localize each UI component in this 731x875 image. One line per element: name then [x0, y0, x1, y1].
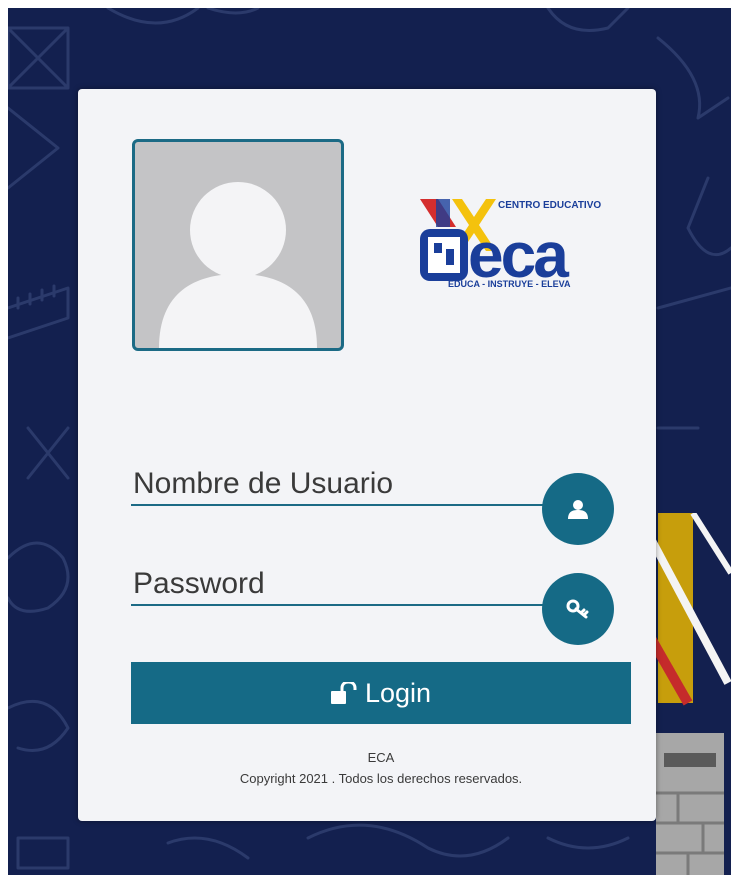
- login-button[interactable]: Login: [131, 662, 631, 724]
- login-label: Login: [364, 677, 432, 708]
- eca-logo: eca CENTRO EDUCATIVO EDUCA - INSTRUYE - …: [418, 195, 624, 291]
- username-input[interactable]: [131, 464, 555, 504]
- login-card: eca CENTRO EDUCATIVO EDUCA - INSTRUYE - …: [78, 89, 656, 821]
- logo-tagline: EDUCA - INSTRUYE - ELEVA: [448, 279, 571, 289]
- username-field: [131, 464, 555, 506]
- key-icon: [566, 599, 589, 619]
- avatar-silhouette-icon: [159, 182, 317, 348]
- unlock-icon: [330, 682, 357, 704]
- user-avatar: [132, 139, 344, 351]
- footer-copyright: Copyright 2021 . Todos los derechos rese…: [239, 771, 523, 786]
- user-icon: [568, 500, 588, 519]
- footer: ECA Copyright 2021 . Todos los derechos …: [131, 747, 631, 789]
- logo-top-text: CENTRO EDUCATIVO: [498, 200, 601, 211]
- username-button[interactable]: [542, 473, 614, 545]
- background-logo-decoration: [648, 513, 731, 875]
- footer-org: ECA: [367, 750, 395, 765]
- password-field: [131, 564, 555, 606]
- password-button[interactable]: [542, 573, 614, 645]
- password-input[interactable]: [131, 564, 555, 604]
